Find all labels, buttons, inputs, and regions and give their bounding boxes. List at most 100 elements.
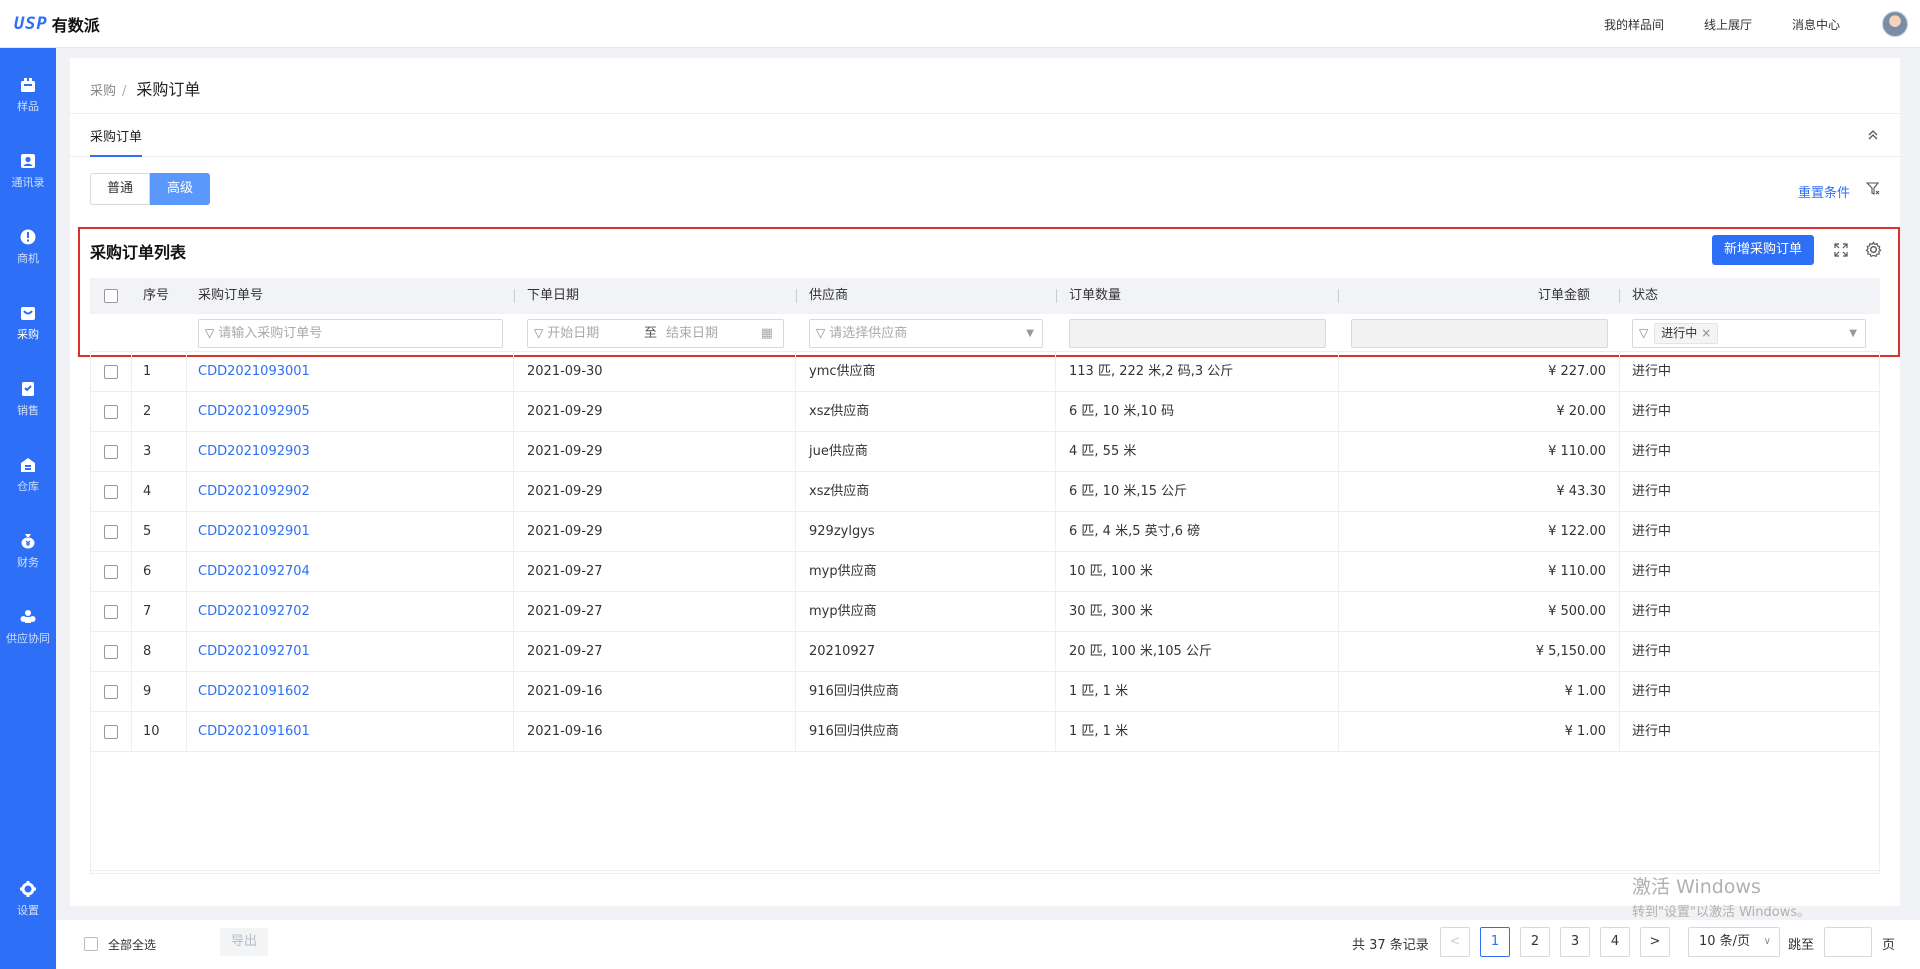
nav-message-center[interactable]: 消息中心	[1792, 16, 1840, 33]
sidebar-label: 财务	[17, 556, 39, 569]
status-tag: 进行中 ×	[1654, 323, 1719, 344]
gear-icon[interactable]	[1865, 241, 1882, 258]
col-qty: 订单数量	[1069, 288, 1122, 303]
watermark-line1: 激活 Windows	[1632, 876, 1761, 898]
col-divider[interactable]	[1056, 289, 1057, 303]
watermark-line2: 转到"设置"以激活 Windows。	[1632, 905, 1811, 920]
sidebar: 样品 通讯录 商机 采购 销售 仓库 财务 供应协同 设置	[0, 48, 56, 969]
col-divider[interactable]	[796, 289, 797, 303]
windows-activation-watermark: 激活 Windows 转到"设置"以激活 Windows。	[1632, 872, 1810, 920]
col-date: 下单日期	[527, 288, 580, 303]
chevron-down-icon: ▼	[1026, 328, 1034, 339]
sample-icon	[19, 76, 37, 94]
order-no-placeholder: 请输入采购订单号	[218, 326, 323, 341]
sidebar-label: 商机	[17, 252, 39, 265]
nav-online-showroom[interactable]: 线上展厅	[1704, 16, 1752, 33]
breadcrumb-separator: /	[122, 84, 127, 99]
col-divider[interactable]	[1338, 289, 1339, 303]
page-2-button[interactable]: 2	[1520, 927, 1550, 957]
breadcrumb-parent[interactable]: 采购	[90, 84, 116, 99]
next-page-button[interactable]: >	[1640, 927, 1670, 957]
order-no-filter-input[interactable]: ▽ 请输入采购订单号	[198, 319, 503, 348]
filter-icon: ▽	[205, 326, 215, 340]
filter-icon: ▽	[1639, 326, 1649, 340]
purchase-icon	[19, 304, 37, 322]
page-1-button[interactable]: 1	[1480, 927, 1510, 957]
page-size-value: 10 条/页	[1699, 934, 1751, 949]
chevron-down-icon: ∨	[1763, 936, 1771, 947]
end-date-placeholder: 结束日期	[666, 326, 719, 341]
sidebar-label: 仓库	[17, 480, 39, 493]
sidebar-label: 供应协同	[6, 632, 50, 645]
start-date-placeholder: 开始日期	[547, 326, 600, 341]
reset-conditions-link[interactable]: 重置条件	[1798, 182, 1850, 201]
close-icon[interactable]: ×	[1701, 326, 1711, 340]
page-3-button[interactable]: 3	[1560, 927, 1590, 957]
select-all-label[interactable]: 全部全选	[108, 936, 156, 953]
jump-page-input[interactable]	[1824, 927, 1872, 957]
sidebar-item-contacts[interactable]: 通讯录	[0, 152, 56, 190]
breadcrumb: 采购 / 采购订单	[90, 76, 200, 100]
col-status: 状态	[1632, 288, 1659, 303]
collapse-up-icon[interactable]	[1866, 128, 1880, 142]
list-title: 采购订单列表	[90, 243, 187, 262]
page-unit-label: 页	[1882, 938, 1896, 953]
sidebar-item-supply[interactable]: 供应协同	[0, 608, 56, 646]
fullscreen-icon[interactable]	[1833, 242, 1849, 258]
mode-normal-button[interactable]: 普通	[90, 173, 150, 205]
logo-mark: USP	[14, 13, 48, 34]
search-mode-toggle: 普通 高级	[90, 173, 210, 205]
tab-purchase-order[interactable]: 采购订单	[90, 126, 143, 157]
filter-icon: ▽	[816, 326, 826, 340]
select-all-footer-checkbox[interactable]	[84, 937, 98, 951]
sales-icon	[19, 380, 37, 398]
export-button[interactable]: 导出	[220, 928, 268, 956]
sidebar-item-purchase[interactable]: 采购	[0, 304, 56, 342]
filter-clear-icon[interactable]	[1866, 182, 1880, 196]
top-nav: 我的样品间 线上展厅 消息中心	[1564, 0, 1840, 48]
sidebar-item-opportunity[interactable]: 商机	[0, 228, 56, 266]
mode-advanced-button[interactable]: 高级	[150, 173, 210, 205]
page-title: 采购订单	[136, 80, 201, 99]
date-range-separator: 至	[644, 326, 658, 341]
sidebar-item-warehouse[interactable]: 仓库	[0, 456, 56, 494]
filter-icon: ▽	[534, 326, 544, 340]
total-records: 共 37 条记录	[1352, 938, 1429, 953]
new-purchase-order-button[interactable]: 新增采购订单	[1712, 235, 1814, 265]
supplier-placeholder: 请选择供应商	[829, 326, 908, 341]
supply-icon	[19, 608, 37, 626]
qty-filter-disabled	[1069, 319, 1326, 348]
col-divider[interactable]	[1619, 289, 1620, 303]
opportunity-icon	[19, 228, 37, 246]
jump-label: 跳至	[1788, 938, 1815, 953]
status-filter-select[interactable]: ▽ 进行中 × ▼	[1632, 319, 1866, 348]
sidebar-item-settings[interactable]: 设置	[0, 880, 56, 918]
col-amount: 订单金额	[1538, 288, 1591, 303]
app-logo[interactable]: USP 有数派	[14, 12, 100, 36]
table-header: 序号 采购订单号 下单日期 供应商 订单数量 订单金额 状态	[90, 278, 1880, 314]
footer-bar: 全部全选 导出 共 37 条记录 < 1 2 3 4 > 10 条/页 ∨ 跳至…	[56, 920, 1920, 969]
sidebar-item-sample[interactable]: 样品	[0, 76, 56, 114]
sidebar-label: 设置	[17, 904, 39, 917]
user-avatar[interactable]	[1882, 11, 1908, 37]
nav-sample-room[interactable]: 我的样品间	[1604, 16, 1664, 33]
supplier-filter-select[interactable]: ▽ 请选择供应商 ▼	[809, 319, 1043, 348]
select-all-checkbox[interactable]	[104, 289, 118, 303]
date-range-filter[interactable]: ▽ 开始日期 至 结束日期 ▦	[527, 319, 784, 348]
prev-page-button[interactable]: <	[1440, 927, 1470, 957]
page-4-button[interactable]: 4	[1600, 927, 1630, 957]
status-tag-label: 进行中	[1661, 326, 1698, 340]
tab-bar: 采购订单	[70, 113, 1900, 157]
col-supplier: 供应商	[809, 288, 849, 303]
col-divider[interactable]	[514, 289, 515, 303]
finance-icon	[19, 532, 37, 550]
sidebar-item-sales[interactable]: 销售	[0, 380, 56, 418]
amount-filter-disabled	[1351, 319, 1608, 348]
sidebar-label: 销售	[17, 404, 39, 417]
warehouse-icon	[19, 456, 37, 474]
logo-text: 有数派	[51, 15, 100, 35]
chevron-down-icon: ▼	[1849, 328, 1857, 339]
sidebar-label: 采购	[17, 328, 39, 341]
sidebar-item-finance[interactable]: 财务	[0, 532, 56, 570]
page-size-select[interactable]: 10 条/页 ∨	[1688, 927, 1780, 957]
